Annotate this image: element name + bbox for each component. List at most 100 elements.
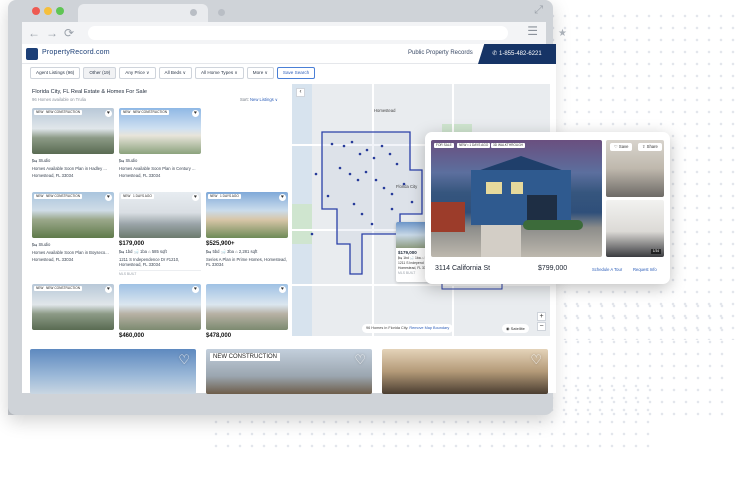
heart-icon[interactable]: ♡	[530, 353, 542, 366]
featured-photos: ♡ NEW CONSTRUCTION ♡ ♡	[30, 349, 548, 394]
listing-photo[interactable]: NEW NEW CONSTRUCTION ♥	[32, 108, 114, 154]
listing-photo[interactable]: NEW NEW CONSTRUCTION ♥	[119, 108, 201, 154]
filter-other[interactable]: Other (19)	[83, 67, 117, 79]
listing-card[interactable]: ♥ $460,000	[119, 284, 201, 339]
listing-photo[interactable]: NEW NEW CONSTRUCTION ♥	[32, 192, 114, 238]
remove-boundary-link[interactable]: Remove Map Boundary	[409, 326, 449, 330]
filter-home-types-dropdown[interactable]: All Home Types ∨	[195, 67, 244, 79]
house-illustration	[486, 182, 502, 194]
reload-icon[interactable]: ⟳	[64, 25, 74, 41]
listing-card[interactable]: NEW 1 DAYS AGO ♥ $525,900+ 🛏 5bd 🛁 3ba ⌂…	[206, 192, 288, 267]
filter-beds-dropdown[interactable]: All Beds ∨	[158, 67, 193, 79]
listing-address: Series A Plan in Prime Homes, Homestead,…	[206, 257, 287, 267]
property-detail-card[interactable]: FOR SALE NEW • 1 DAYS AGO 3D WALKTHROUGH…	[425, 132, 670, 284]
site-logo[interactable]: PropertyRecord.com	[42, 49, 110, 56]
listing-price: $525,900+	[206, 241, 235, 247]
forward-icon[interactable]: →	[46, 25, 58, 41]
heart-icon[interactable]: ♥	[105, 110, 112, 117]
filter-more-dropdown[interactable]: More ∨	[246, 67, 274, 79]
listing-photo[interactable]: NEW NEW CONSTRUCTION ♥	[32, 284, 114, 330]
property-side-photo[interactable]: ♡ Save ⇧ Share	[606, 140, 664, 197]
featured-photo[interactable]: ♡	[382, 349, 548, 394]
listing-beds: 🛏 Studio	[119, 158, 138, 163]
phone-button[interactable]: ✆ 1-855-482-6221	[478, 44, 556, 64]
listing-status-badge: 1 DAYS AGO	[218, 194, 241, 199]
page-title: Florida City, FL Real Estate & Homes For…	[32, 89, 148, 95]
map-place-label: Homestead	[374, 108, 396, 113]
listing-address: Homestead, FL 33034	[32, 257, 74, 262]
heart-icon[interactable]: ♥	[105, 286, 112, 293]
listing-photo[interactable]: ♥	[206, 284, 288, 330]
zoom-out-button[interactable]: −	[537, 322, 546, 331]
save-button[interactable]: ♡ Save	[610, 143, 633, 151]
photo-counter: 1/34	[650, 249, 661, 254]
listing-photo[interactable]: ♥	[119, 284, 201, 330]
heart-icon[interactable]: ♥	[192, 194, 199, 201]
filter-agent-listings[interactable]: Agent Listings (96)	[30, 67, 81, 79]
minimize-window-icon[interactable]	[44, 7, 52, 15]
sort-control[interactable]: Sort: New Listings ∨	[240, 97, 278, 102]
property-side-photo[interactable]: 1/34	[606, 200, 664, 257]
listing-name: Homes Available Soon Plan in Century ...	[119, 166, 196, 171]
house-illustration	[481, 225, 521, 257]
heart-icon[interactable]: ♡	[354, 353, 366, 366]
sort-dropdown[interactable]: New Listings ∨	[250, 97, 278, 102]
map-results-count: 96 Homes in Florida City.	[366, 326, 409, 330]
request-info-link[interactable]: Request Info	[633, 267, 657, 272]
public-records-link[interactable]: Public Property Records	[408, 50, 473, 56]
filter-bar: Agent Listings (96) Other (19) Any Price…	[30, 67, 316, 79]
logo-icon[interactable]	[26, 48, 38, 60]
new-tab-icon[interactable]	[218, 9, 225, 16]
heart-icon[interactable]: ♡	[178, 353, 190, 366]
tab-close-icon[interactable]	[190, 9, 197, 16]
satellite-toggle[interactable]: ◉ Satellite	[502, 324, 529, 333]
new-listing-badge: NEW • 1 DAYS AGO	[457, 143, 491, 148]
site-header: PropertyRecord.com Public Property Recor…	[22, 44, 556, 64]
listing-beds: 🛏 Studio	[32, 158, 51, 163]
listing-status-badge: 1 DAYS AGO	[131, 194, 154, 199]
browser-menu-icon[interactable]: ☰	[527, 24, 538, 38]
schedule-tour-link[interactable]: Schedule A Tour	[592, 267, 622, 272]
browser-tab[interactable]	[78, 4, 208, 22]
phone-icon: ✆	[492, 51, 499, 57]
listing-card[interactable]: NEW NEW CONSTRUCTION ♥	[32, 284, 114, 330]
walkthrough-badge: 3D WALKTHROUGH	[491, 143, 525, 148]
featured-photo[interactable]: ♡	[30, 349, 196, 394]
heart-icon[interactable]: ♥	[279, 194, 286, 201]
listing-status-badge: NEW CONSTRUCTION	[44, 286, 82, 291]
fullscreen-icon[interactable]: ⤢	[534, 4, 543, 17]
maximize-window-icon[interactable]	[56, 7, 64, 15]
listing-address: Homestead, FL 33034	[119, 173, 161, 178]
zoom-in-button[interactable]: +	[537, 312, 546, 321]
listing-status-badge: NEW CONSTRUCTION	[44, 194, 82, 199]
listing-price: $478,000	[206, 333, 232, 339]
share-button[interactable]: ⇧ Share	[638, 143, 662, 151]
listing-card[interactable]: NEW NEW CONSTRUCTION ♥ 🛏 Studio Homes Av…	[119, 108, 201, 178]
bookmark-star-icon[interactable]: ★	[558, 28, 567, 39]
featured-photo[interactable]: NEW CONSTRUCTION ♡	[206, 349, 372, 394]
close-window-icon[interactable]	[32, 7, 40, 15]
listing-photo[interactable]: NEW 1 DAYS AGO ♥	[206, 192, 288, 238]
property-address: 3114 California St	[435, 265, 491, 272]
listing-card[interactable]: NEW NEW CONSTRUCTION ♥ 🛏 Studio Homes Av…	[32, 192, 114, 262]
listing-card[interactable]: NEW NEW CONSTRUCTION ♥ 🛏 Studio Homes Av…	[32, 108, 114, 178]
listing-photo[interactable]: NEW 1 DAYS AGO ♥	[119, 192, 201, 238]
heart-icon[interactable]: ♥	[105, 194, 112, 201]
listing-specs: 🛏 1bd 🛁 1ba ⌂ 585 sqft	[119, 249, 167, 254]
listing-address: Homestead, FL 33034	[32, 173, 74, 178]
heart-icon[interactable]: ♥	[192, 110, 199, 117]
save-search-button[interactable]: Save Search	[276, 67, 316, 79]
filter-price-dropdown[interactable]: Any Price ∨	[119, 67, 156, 79]
heart-icon[interactable]: ♥	[279, 286, 286, 293]
listing-card[interactable]: ♥ $478,000	[206, 284, 288, 339]
listing-beds: 🛏 Studio	[32, 242, 51, 247]
mls-label: MLS BUILT	[119, 270, 201, 276]
back-icon[interactable]: ←	[28, 25, 40, 41]
collapse-map-button[interactable]: ‹	[296, 88, 305, 97]
address-bar[interactable]: ★	[88, 26, 567, 40]
listing-card[interactable]: NEW 1 DAYS AGO ♥ $179,000 🛏 1bd 🛁 1ba ⌂ …	[119, 192, 201, 276]
listing-price: $460,000	[119, 333, 145, 339]
page: ⤢ ← → ⟳ ★ ☰ PropertyRecord.com Public Pr…	[0, 0, 735, 480]
property-main-photo[interactable]: FOR SALE NEW • 1 DAYS AGO 3D WALKTHROUGH	[431, 140, 602, 257]
heart-icon[interactable]: ♥	[192, 286, 199, 293]
